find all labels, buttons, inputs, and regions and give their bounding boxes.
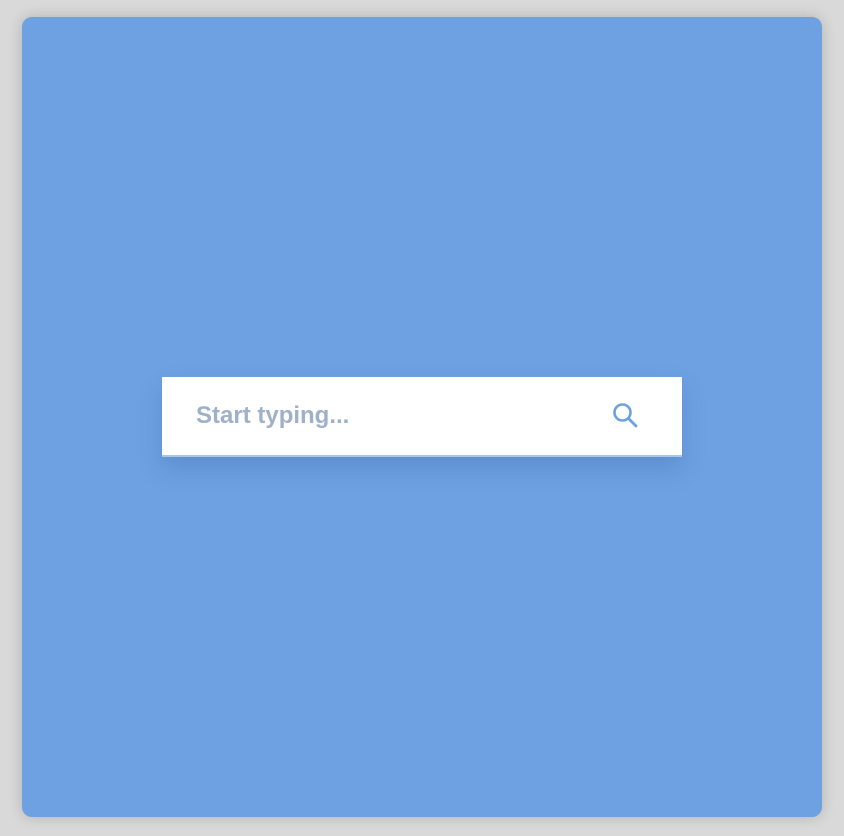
search-bar — [162, 377, 682, 457]
search-card — [22, 17, 822, 817]
search-icon — [611, 401, 639, 432]
search-button[interactable] — [590, 377, 660, 455]
search-input[interactable] — [162, 377, 590, 455]
